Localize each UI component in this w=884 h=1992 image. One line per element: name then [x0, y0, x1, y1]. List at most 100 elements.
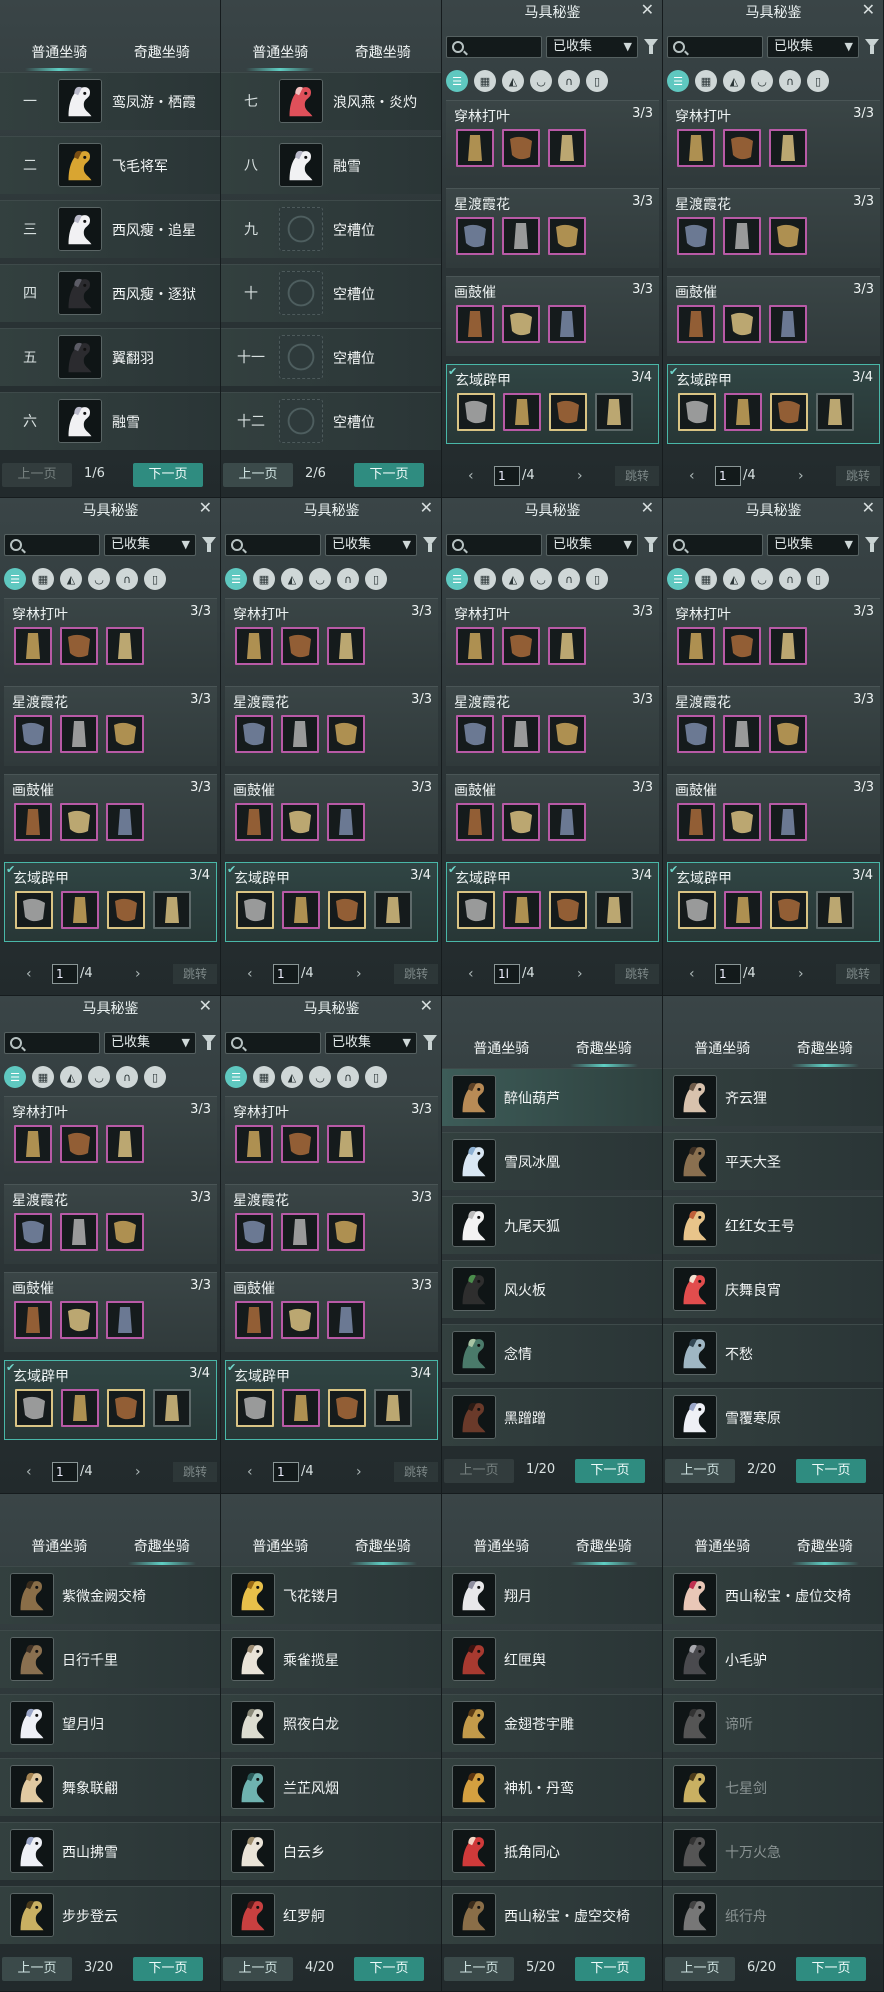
harness-piece-slot[interactable]	[235, 1125, 273, 1163]
jump-button[interactable]: 跳转	[836, 964, 880, 984]
horseshoe-icon[interactable]: ∩	[779, 568, 801, 590]
filter-icon[interactable]	[423, 537, 437, 552]
tab-regular-mounts[interactable]: 普通坐骑	[252, 1530, 308, 1560]
harness-piece-slot[interactable]	[816, 393, 854, 431]
tab-regular-mounts[interactable]: 普通坐骑	[25, 36, 94, 71]
mount-thumbnail[interactable]	[231, 1829, 275, 1873]
harness-piece-slot[interactable]	[14, 803, 52, 841]
mount-slot-row[interactable]: 六 融雪	[0, 392, 220, 450]
saddle-icon[interactable]: ◭	[281, 1066, 303, 1088]
search-input[interactable]	[667, 36, 763, 58]
filter-icon[interactable]	[644, 537, 658, 552]
search-input[interactable]	[446, 534, 542, 556]
mount-thumbnail[interactable]	[279, 79, 323, 123]
page-input[interactable]: 1	[52, 1462, 78, 1482]
page-input[interactable]: 1	[715, 964, 741, 984]
harness-piece-slot[interactable]	[769, 305, 807, 343]
mount-thumbnail[interactable]	[452, 1203, 496, 1247]
mount-thumbnail[interactable]	[673, 1267, 717, 1311]
harness-set-card[interactable]: 穿林打叶 3/3	[667, 100, 880, 180]
harness-set-card[interactable]: 星渡霞花 3/3	[446, 686, 659, 766]
harness-piece-slot[interactable]	[61, 1389, 99, 1427]
fun-mount-row[interactable]: 步步登云	[0, 1886, 220, 1944]
next-page-button[interactable]: 下一页	[133, 463, 203, 487]
harness-piece-slot[interactable]	[677, 803, 715, 841]
harness-set-card[interactable]: 画鼓催 3/3	[225, 1272, 438, 1352]
mount-thumbnail[interactable]	[673, 1139, 717, 1183]
mount-slot-row[interactable]: 四 西风瘦・逐狱	[0, 264, 220, 322]
harness-set-card[interactable]: 画鼓催 3/3	[4, 1272, 217, 1352]
harness-piece-slot[interactable]	[60, 627, 98, 665]
chevron-right-icon[interactable]: ›	[356, 966, 362, 982]
harness-piece-slot[interactable]	[106, 627, 144, 665]
close-icon[interactable]: ✕	[641, 0, 654, 19]
harness-set-card[interactable]: 穿林打叶 3/3	[667, 598, 880, 678]
saddle-icon[interactable]: ◭	[723, 70, 745, 92]
mount-thumbnail[interactable]	[10, 1829, 54, 1873]
mount-slot-row[interactable]: 七 浪风燕・炎灼	[221, 72, 441, 130]
harness-piece-slot[interactable]	[107, 891, 145, 929]
chevron-left-icon[interactable]: ‹	[247, 1464, 253, 1480]
stirrup-icon[interactable]: ▯	[586, 568, 608, 590]
close-icon[interactable]: ✕	[862, 498, 875, 517]
chevron-right-icon[interactable]: ›	[798, 468, 804, 484]
next-page-button[interactable]: 下一页	[354, 463, 424, 487]
next-page-button[interactable]: 下一页	[796, 1459, 866, 1483]
tab-regular-mounts[interactable]: 普通坐骑	[694, 1530, 750, 1560]
harness-piece-slot[interactable]	[60, 1125, 98, 1163]
page-input[interactable]: 1	[273, 1462, 299, 1482]
filter-icon[interactable]	[865, 537, 879, 552]
mount-thumbnail[interactable]	[10, 1573, 54, 1617]
filter-icon[interactable]	[423, 1035, 437, 1050]
fun-mount-row[interactable]: 纸行舟	[663, 1886, 883, 1944]
harness-piece-slot[interactable]	[327, 803, 365, 841]
harness-piece-slot[interactable]	[235, 803, 273, 841]
mount-thumbnail[interactable]	[279, 143, 323, 187]
close-icon[interactable]: ✕	[420, 498, 433, 517]
chevron-right-icon[interactable]: ›	[798, 966, 804, 982]
harness-piece-slot[interactable]	[282, 891, 320, 929]
list-icon[interactable]: ☰	[225, 1066, 247, 1088]
harness-piece-slot[interactable]	[723, 129, 761, 167]
harness-piece-slot[interactable]	[548, 627, 586, 665]
chevron-right-icon[interactable]: ›	[577, 966, 583, 982]
horseshoe-icon[interactable]: ∩	[116, 1066, 138, 1088]
tab-regular-mounts[interactable]: 普通坐骑	[473, 1530, 529, 1560]
fun-mount-row[interactable]: 风火板	[442, 1260, 662, 1318]
grid-icon[interactable]: ▦	[695, 568, 717, 590]
list-icon[interactable]: ☰	[225, 568, 247, 590]
harness-piece-slot[interactable]	[595, 891, 633, 929]
harness-piece-slot[interactable]	[548, 129, 586, 167]
mount-thumbnail[interactable]	[231, 1637, 275, 1681]
harness-piece-slot[interactable]	[502, 715, 540, 753]
armor-icon[interactable]: ◡	[530, 568, 552, 590]
page-input[interactable]: 1l	[494, 964, 520, 984]
harness-piece-slot[interactable]	[457, 891, 495, 929]
harness-piece-slot[interactable]	[14, 715, 52, 753]
harness-piece-slot[interactable]	[15, 1389, 53, 1427]
fun-mount-row[interactable]: 金翅苍宇雕	[442, 1694, 662, 1752]
jump-button[interactable]: 跳转	[173, 1462, 217, 1482]
harness-piece-slot[interactable]	[60, 1301, 98, 1339]
fun-mount-row[interactable]: 小毛驴	[663, 1630, 883, 1688]
harness-piece-slot[interactable]	[456, 803, 494, 841]
fun-mount-row[interactable]: 雪凤冰凰	[442, 1132, 662, 1190]
harness-piece-slot[interactable]	[236, 1389, 274, 1427]
harness-piece-slot[interactable]	[503, 393, 541, 431]
grid-icon[interactable]: ▦	[695, 70, 717, 92]
saddle-icon[interactable]: ◭	[502, 70, 524, 92]
mount-slot-row[interactable]: 八 融雪	[221, 136, 441, 194]
fun-mount-row[interactable]: 抵角同心	[442, 1822, 662, 1880]
harness-set-card[interactable]: 画鼓催 3/3	[667, 276, 880, 356]
stirrup-icon[interactable]: ▯	[365, 1066, 387, 1088]
harness-piece-slot[interactable]	[548, 305, 586, 343]
chevron-left-icon[interactable]: ‹	[689, 468, 695, 484]
filter-icon[interactable]	[202, 1035, 216, 1050]
stirrup-icon[interactable]: ▯	[807, 568, 829, 590]
harness-piece-slot[interactable]	[456, 627, 494, 665]
fun-mount-row[interactable]: 谛听	[663, 1694, 883, 1752]
prev-page-button[interactable]: 上一页	[665, 1459, 735, 1483]
harness-piece-slot[interactable]	[723, 217, 761, 255]
harness-piece-slot[interactable]	[327, 715, 365, 753]
mount-thumbnail[interactable]	[452, 1331, 496, 1375]
